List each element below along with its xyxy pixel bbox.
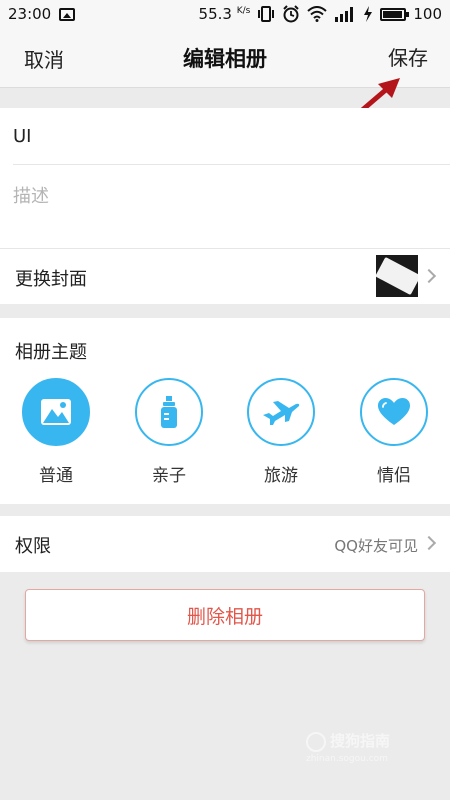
chevron-right-icon — [421, 535, 437, 551]
change-cover-label: 更换封面 — [15, 269, 87, 290]
vibrate-icon — [258, 6, 275, 22]
battery-icon — [380, 7, 410, 21]
album-info-card — [0, 108, 450, 248]
watermark-url: zhinan.sogou.com — [306, 754, 388, 764]
heart-icon — [378, 398, 410, 425]
battery-level: 100 — [413, 5, 442, 23]
theme-name: 亲子 — [152, 466, 186, 486]
cover-thumbnail — [376, 255, 418, 297]
album-name-input[interactable] — [13, 126, 433, 147]
permission-label: 权限 — [15, 536, 51, 557]
status-time: 23:00 — [8, 5, 52, 23]
permission-row[interactable]: 权限 QQ好友可见 — [0, 516, 450, 572]
mountain-icon — [41, 399, 71, 425]
theme-option-normal[interactable]: 普通 — [11, 378, 101, 486]
network-speed: 55.3 K/s — [198, 5, 251, 23]
watermark-text: 搜狗指南 — [330, 732, 391, 750]
wifi-icon — [307, 6, 328, 22]
theme-option-couple[interactable]: 情侣 — [349, 378, 439, 486]
watermark-logo-icon — [306, 732, 326, 752]
change-cover-row[interactable]: 更换封面 — [0, 248, 450, 304]
page-title: 编辑相册 — [183, 47, 267, 71]
delete-album-button[interactable]: 删除相册 — [25, 589, 425, 641]
chevron-right-icon — [421, 268, 437, 284]
baby-bottle-icon — [161, 396, 177, 428]
status-bar: 23:00 55.3 K/s 100 — [0, 0, 450, 28]
divider — [13, 164, 450, 165]
gallery-notification-icon — [59, 7, 76, 21]
theme-name: 情侣 — [377, 466, 411, 486]
album-theme-card: 相册主题 普通 亲子 旅游 情侣 — [0, 318, 450, 504]
permission-value: QQ好友可见 — [334, 537, 418, 555]
theme-name: 普通 — [39, 466, 73, 486]
alarm-icon — [283, 5, 300, 23]
theme-option-travel[interactable]: 旅游 — [236, 378, 326, 486]
save-button[interactable]: 保存 — [388, 42, 428, 71]
album-theme-label: 相册主题 — [15, 342, 87, 363]
charging-icon — [364, 6, 373, 22]
theme-name: 旅游 — [264, 466, 298, 486]
watermark: 搜狗指南 zhinan.sogou.com — [306, 730, 436, 770]
album-description-input[interactable] — [13, 186, 433, 207]
airplane-icon — [263, 401, 300, 425]
theme-option-family[interactable]: 亲子 — [124, 378, 214, 486]
signal-icon — [335, 7, 354, 22]
